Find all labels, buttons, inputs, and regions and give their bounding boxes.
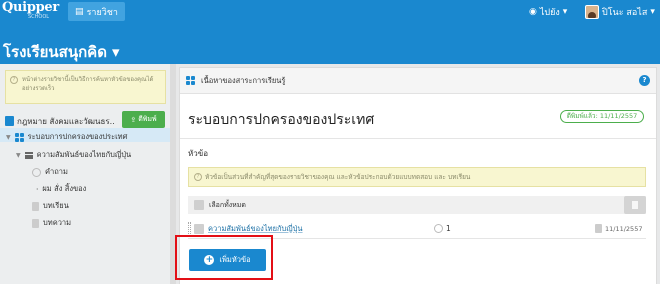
help-icon[interactable]: ? bbox=[639, 75, 650, 86]
highlight-box bbox=[175, 235, 273, 280]
lesson-icon bbox=[32, 201, 39, 211]
logo-text: Quipper bbox=[2, 0, 59, 15]
school-name: โรงเรียนสนุกคิด bbox=[3, 43, 107, 61]
caret-down-icon: ▼ bbox=[16, 151, 21, 159]
goto-menu[interactable]: ◉ ไปยัง ▾ bbox=[529, 4, 567, 19]
unit-icon bbox=[14, 132, 24, 142]
sidebar-item-label: บทความ bbox=[43, 218, 72, 227]
bullet-icon: · bbox=[36, 184, 39, 194]
sidebar-item-questions[interactable]: คำถาม bbox=[32, 166, 68, 178]
quiz-count: 1 bbox=[434, 224, 451, 233]
select-all-label: เลือกทั้งหมด bbox=[209, 200, 246, 209]
sidebar-item-label: ผม สั่ง สิ้งของ bbox=[42, 184, 87, 193]
sidebar-item-articles[interactable]: บทความ bbox=[32, 217, 71, 229]
compass-icon: ◉ bbox=[529, 6, 537, 17]
topic-name-link[interactable]: ความสัมพันธ์ของไทยกับญี่ปุ่น bbox=[208, 223, 303, 235]
calendar-icon bbox=[595, 224, 602, 233]
sidebar-tip: ? หน้าต่างรายวิชานี้เป็นวิธีการค้นหาหัวข… bbox=[5, 70, 166, 104]
chevron-down-icon: ▾ bbox=[650, 6, 655, 17]
sidebar-item-topic[interactable]: ▼ ความสัมพันธ์ของไทยกับญี่ปุ่น bbox=[16, 149, 131, 161]
section-label: หัวข้อ bbox=[188, 149, 209, 158]
subjects-label: รายวิชา bbox=[86, 7, 118, 18]
upload-icon: ⇪ bbox=[130, 115, 137, 124]
drag-handle-icon[interactable] bbox=[188, 221, 191, 236]
panel-header-title: เนื้อหาของสาระการเรียนรู้ bbox=[201, 75, 286, 85]
user-name: ปิโนะ สอไส bbox=[602, 7, 648, 18]
sidebar-tip-text: หน้าต่างรายวิชานี้เป็นวิธีการค้นหาหัวข้อ… bbox=[22, 76, 154, 92]
book-icon bbox=[5, 116, 14, 126]
publish-label: ตีพิมพ์ bbox=[138, 115, 157, 123]
user-menu[interactable]: ปิโนะ สอไส ▾ bbox=[585, 3, 655, 20]
published-badge: ตีพิมพ์แล้ว: 11/11/2557 bbox=[560, 110, 644, 123]
goto-label: ไปยัง bbox=[539, 7, 560, 18]
chevron-down-icon: ▾ bbox=[562, 6, 568, 17]
topics-tip: ? หัวข้อเป็นส่วนที่สำคัญที่สุดของรายวิชา… bbox=[188, 167, 646, 187]
subjects-button[interactable]: ▤ รายวิชา bbox=[68, 2, 125, 21]
topics-tip-text: หัวข้อเป็นส่วนที่สำคัญที่สุดของรายวิชาขอ… bbox=[205, 173, 471, 181]
quiz-icon bbox=[434, 224, 443, 233]
panel-header: เนื้อหาของสาระการเรียนรู้ bbox=[180, 68, 656, 94]
delete-button[interactable] bbox=[624, 196, 646, 214]
top-navbar: Quipper SCHOOL ▤ รายวิชา ◉ ไปยัง ▾ ปิโนะ… bbox=[0, 0, 660, 23]
page-title: ระบอบการปกครองของประเทศ bbox=[188, 112, 375, 128]
select-all-checkbox[interactable] bbox=[194, 200, 204, 210]
sidebar-item-label: บทเรียน bbox=[43, 201, 69, 210]
avatar bbox=[585, 4, 599, 19]
course-title[interactable]: กฎหมาย สังคมและวัฒนธร.. bbox=[5, 113, 122, 129]
book-icon: ▤ bbox=[75, 6, 84, 17]
select-all-bar: เลือกทั้งหมด bbox=[188, 196, 646, 214]
topic-date-value: 11/11/2557 bbox=[605, 224, 643, 233]
sidebar-item-label: คำถาม bbox=[45, 167, 68, 176]
logo-subtext: SCHOOL bbox=[28, 14, 50, 20]
content-icon bbox=[186, 76, 195, 85]
caret-down-icon: ▼ bbox=[6, 133, 11, 141]
quipper-logo[interactable]: Quipper SCHOOL bbox=[2, 1, 60, 21]
quiz-icon bbox=[32, 167, 41, 177]
sidebar-item-unit[interactable]: ▼ ระบอบการปกครองของประเทศ bbox=[6, 131, 127, 143]
question-icon: ? bbox=[194, 173, 202, 181]
sidebar-item-label: ระบอบการปกครองของประเทศ bbox=[27, 132, 128, 141]
topic-date: 11/11/2557 bbox=[595, 224, 642, 233]
divider bbox=[180, 138, 656, 139]
school-switcher[interactable]: โรงเรียนสนุกคิด ▾ bbox=[3, 40, 119, 64]
question-icon: ? bbox=[10, 76, 18, 84]
quiz-count-value: 1 bbox=[446, 224, 451, 233]
sidebar: ? หน้าต่างรายวิชานี้เป็นวิธีการค้นหาหัวข… bbox=[0, 64, 172, 284]
chevron-down-icon: ▾ bbox=[111, 43, 120, 61]
publish-button[interactable]: ⇪ ตีพิมพ์ bbox=[122, 111, 165, 128]
article-icon bbox=[32, 218, 39, 228]
topic-checkbox[interactable] bbox=[194, 223, 204, 234]
sidebar-item-lessons[interactable]: บทเรียน bbox=[32, 200, 69, 212]
list-icon bbox=[24, 151, 33, 159]
sidebar-item-question[interactable]: · ผม สั่ง สิ้งของ bbox=[36, 183, 86, 195]
sidebar-item-label: ความสัมพันธ์ของไทยกับญี่ปุ่น bbox=[36, 150, 132, 159]
course-title-text: กฎหมาย สังคมและวัฒนธร.. bbox=[17, 116, 115, 126]
